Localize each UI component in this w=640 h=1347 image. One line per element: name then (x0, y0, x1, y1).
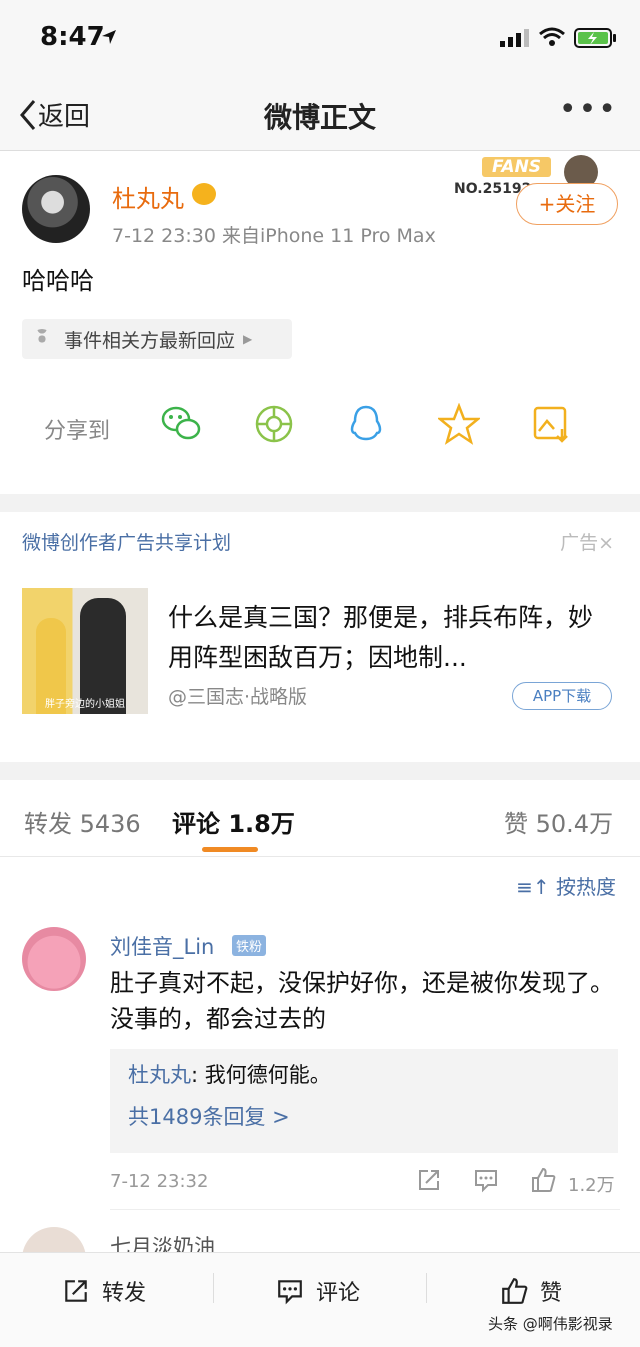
divider (213, 1273, 214, 1303)
comment-icon (278, 1280, 302, 1305)
active-tab-indicator (202, 847, 258, 852)
comment-label: 评论 (316, 1281, 361, 1306)
reply-text: : 我何德何能。 (191, 1063, 331, 1087)
reply-box[interactable]: 杜丸丸: 我何德何能。 共1489条回复 > (110, 1049, 618, 1153)
page-title: 微博正文 (263, 101, 376, 134)
ad-close-button[interactable]: 广告× (560, 528, 614, 555)
app-download-button[interactable]: APP下载 (512, 682, 612, 710)
more-options-icon[interactable]: ••• (559, 92, 618, 127)
event-link[interactable]: 事件相关方最新回应 ▶ (22, 319, 292, 359)
location-arrow-icon (102, 30, 116, 44)
share-label: 分享到 (44, 419, 111, 444)
ad-card[interactable]: 微博创作者广告共享计划 广告× 胖子旁边的小姐姐 什么是真三国？那便是，排兵布阵… (0, 512, 640, 762)
status-time: 8:47 (40, 22, 105, 52)
fan-badge: 铁粉 (232, 935, 267, 956)
post-card: 杜丸丸 7-12 23:30 来自iPhone 11 Pro Max FANS … (0, 151, 640, 494)
chevron-left-icon (20, 99, 36, 130)
back-label: 返回 (38, 102, 91, 132)
avatar[interactable] (22, 927, 86, 991)
status-bar: 8:47 (0, 0, 640, 80)
comment-button[interactable]: 评论 (276, 1275, 360, 1307)
follow-button[interactable]: +关注 (516, 183, 618, 225)
like-icon (502, 1278, 528, 1304)
comment-icon[interactable] (473, 1167, 499, 1193)
interaction-tabs: 转发 5436 评论 1.8万 赞 50.4万 (0, 780, 640, 857)
tab-like[interactable]: 赞 50.4万 (504, 804, 613, 839)
like-button[interactable]: 赞 (500, 1275, 562, 1307)
battery-icon (574, 28, 616, 48)
post-username[interactable]: 杜丸丸 (112, 179, 184, 214)
signal-icon (500, 29, 529, 47)
vip-badge-icon (192, 183, 216, 205)
avatar[interactable] (22, 175, 90, 243)
ad-image-caption: 胖子旁边的小姐姐 (45, 699, 125, 710)
save-image-icon[interactable] (530, 403, 572, 445)
back-button[interactable]: 返回 (18, 96, 90, 133)
divider (110, 1209, 620, 1210)
wechat-icon[interactable] (160, 403, 202, 445)
favorite-star-icon[interactable] (438, 403, 480, 445)
sort-button[interactable]: ≡↑ 按热度 (516, 871, 616, 900)
repost-button[interactable]: 转发 (62, 1275, 146, 1307)
post-meta: 7-12 23:30 来自iPhone 11 Pro Max (112, 225, 436, 247)
divider (426, 1273, 427, 1303)
tab-comment[interactable]: 评论 1.8万 (172, 804, 295, 839)
like-icon[interactable] (530, 1167, 556, 1193)
bottom-action-bar: 转发 评论 赞 头条 @啊伟影视录 (0, 1252, 640, 1347)
qq-icon[interactable] (345, 403, 387, 445)
wifi-icon (539, 27, 565, 46)
ad-image[interactable]: 胖子旁边的小姐姐 (22, 588, 148, 714)
fans-label: FANS (482, 157, 552, 177)
ad-text[interactable]: 什么是真三国？那便是，排兵布阵，妙用阵型困敌百万；因地制... (168, 598, 608, 678)
ad-source[interactable]: @三国志·战略版 (168, 682, 307, 709)
reply-line: 杜丸丸: 我何德何能。 (128, 1059, 331, 1089)
like-label: 赞 (540, 1281, 563, 1306)
event-label: 事件相关方最新回应 (64, 329, 236, 352)
comment-username[interactable]: 刘佳音_Lin (110, 931, 214, 961)
ad-program-title[interactable]: 微博创作者广告共享计划 (22, 528, 231, 555)
view-replies-link[interactable]: 共1489条回复 > (128, 1101, 290, 1131)
share-icon[interactable] (416, 1167, 442, 1193)
spinner-icon (32, 329, 52, 349)
navigation-bar: 微博正文 返回 ••• (0, 80, 640, 151)
sort-label: 按热度 (556, 875, 616, 899)
caret-right-icon: ▶ (243, 332, 253, 346)
comment-list: ≡↑ 按热度 刘佳音_Lin 铁粉 肚子真对不起，没保护好你，还是被你发现了。没… (0, 857, 640, 1291)
comment-text: 肚子真对不起，没保护好你，还是被你发现了。没事的，都会过去的 (110, 969, 614, 1033)
comment-like-count: 1.2万 (568, 1175, 615, 1196)
repost-label: 转发 (102, 1281, 147, 1306)
reply-username[interactable]: 杜丸丸 (128, 1063, 191, 1087)
post-content: 哈哈哈 (22, 267, 94, 295)
sort-icon: ≡↑ (516, 875, 556, 899)
repost-icon (65, 1280, 87, 1302)
comment-time: 7-12 23:32 (110, 1171, 209, 1192)
moments-icon[interactable] (253, 403, 295, 445)
watermark: 头条 @啊伟影视录 (488, 1315, 613, 1333)
tab-repost[interactable]: 转发 5436 (24, 804, 141, 839)
